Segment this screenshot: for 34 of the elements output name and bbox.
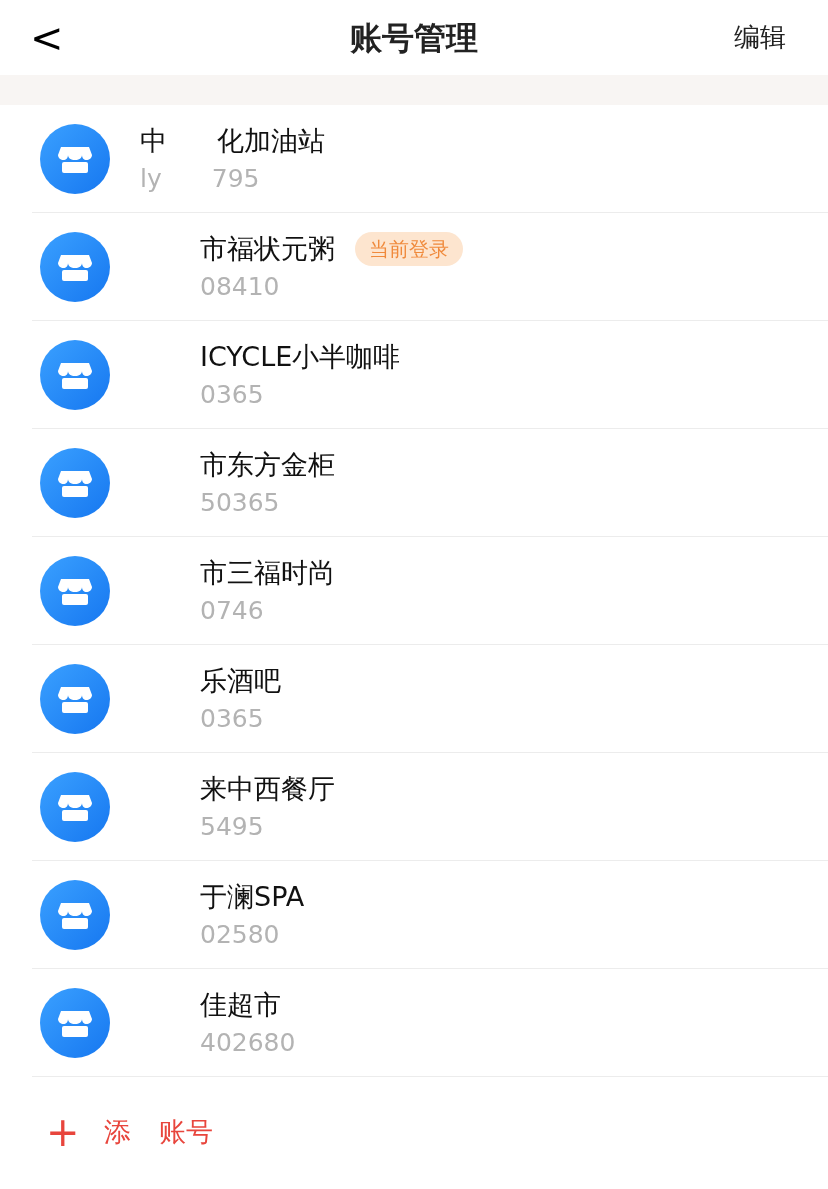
page-title: 账号管理 — [350, 17, 478, 59]
account-id: 02580 — [199, 920, 281, 950]
account-name: 来中西餐厅 — [199, 772, 335, 806]
account-id: 08410 — [199, 272, 281, 302]
current-login-badge: 当前登录 — [355, 232, 463, 266]
account-name: 市三福时尚 — [199, 556, 335, 590]
account-id: ly — [140, 164, 162, 194]
account-name: 中 — [140, 124, 167, 158]
account-item[interactable]: 于澜SPA 02580 — [0, 861, 828, 969]
add-account-button[interactable]: + 添 账号 — [0, 1077, 828, 1187]
account-id: 50365 — [199, 488, 281, 518]
account-id: 795 — [210, 164, 260, 194]
account-id: 5495 — [199, 812, 265, 842]
account-id: 0365 — [199, 704, 265, 734]
account-item[interactable]: 中 化加油站 ly 795 — [0, 105, 828, 213]
account-name: 佳超市 — [199, 988, 281, 1022]
account-id: 0746 — [199, 596, 265, 626]
account-name: 市福状元粥 — [199, 232, 335, 266]
account-item[interactable]: 市福状元粥 当前登录 08410 — [0, 213, 828, 321]
account-item[interactable]: 来中西餐厅 5495 — [0, 753, 828, 861]
account-name: 化加油站 — [216, 124, 325, 158]
account-id: 0365 — [199, 380, 265, 410]
back-button[interactable]: < — [30, 17, 64, 58]
account-item[interactable]: 市三福时尚 0746 — [0, 537, 828, 645]
account-name: 乐酒吧 — [199, 664, 281, 698]
account-item[interactable]: 佳超市 402680 — [0, 969, 828, 1077]
account-name: ICYCLE小半咖啡 — [199, 340, 401, 374]
account-item[interactable]: 乐酒吧 0365 — [0, 645, 828, 753]
account-id: 402680 — [199, 1028, 296, 1058]
account-name: 市东方金柜 — [199, 448, 335, 482]
account-name: 于澜SPA — [199, 880, 305, 914]
account-item[interactable]: 市东方金柜 50365 — [0, 429, 828, 537]
account-item[interactable]: ICYCLE小半咖啡 0365 — [0, 321, 828, 429]
edit-button[interactable]: 编辑 — [734, 18, 786, 57]
